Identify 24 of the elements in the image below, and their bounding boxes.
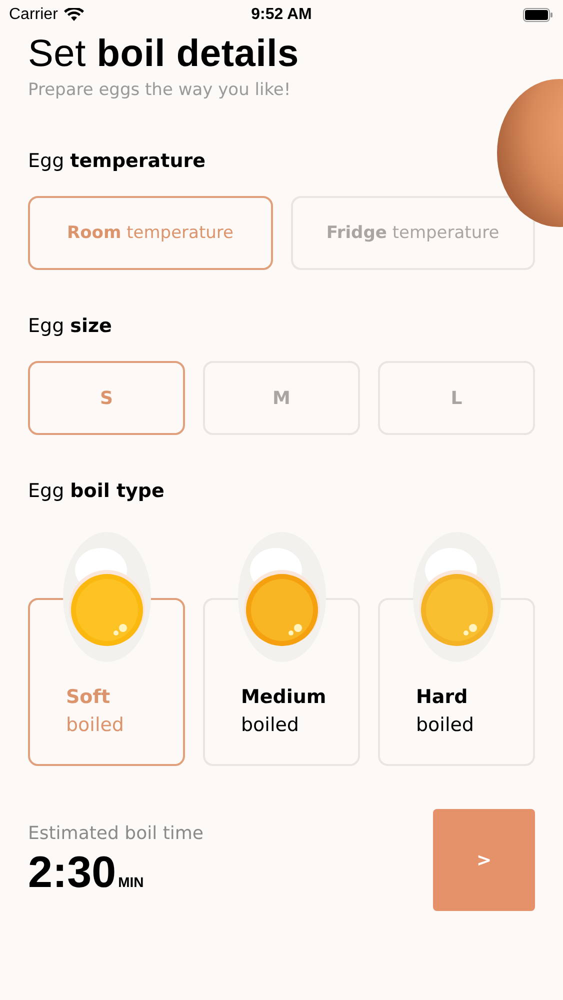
temperature-option[interactable]: Room temperature [28,196,272,270]
section-heading: Egg boil type [28,480,166,502]
section-heading: Egg temperature [28,150,206,172]
boil-type-subtitle: boiled [416,714,474,736]
size-option[interactable]: L [378,361,535,435]
status-time: 9:52 AM [251,6,312,24]
boil-type-subtitle: boiled [241,714,299,736]
temperature-option[interactable]: Fridge temperature [290,196,535,270]
carrier-label: Carrier [9,6,58,24]
boil-time-value: 2:30 [28,848,116,898]
page-title: Set boil details [28,33,300,76]
boil-time-unit: MIN [118,874,144,890]
boil-type-title: Medium [241,686,326,708]
boil-type-title: Hard [416,686,468,708]
page-subtitle: Prepare eggs the way you like! [28,80,292,100]
battery-icon [523,8,553,22]
size-option[interactable]: S [28,361,185,435]
section-heading: Egg size [28,315,113,337]
estimate-label: Estimated boil time [28,822,204,844]
boil-type-subtitle: boiled [66,714,124,736]
boil-type-title: Soft [66,686,110,708]
size-option[interactable]: M [203,361,360,435]
wifi-icon [64,8,84,22]
next-button[interactable]: > [433,809,535,911]
